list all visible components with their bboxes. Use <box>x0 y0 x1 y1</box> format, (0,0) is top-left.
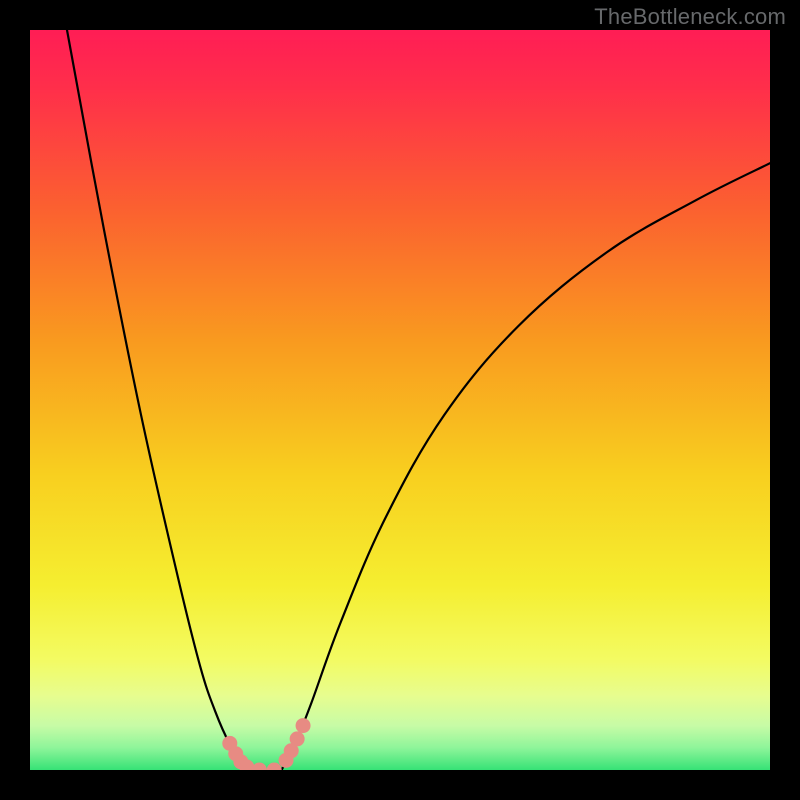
sample-dot <box>252 763 267 771</box>
watermark-text: TheBottleneck.com <box>594 4 786 30</box>
plot-area <box>30 30 770 770</box>
curves-layer <box>30 30 770 770</box>
left-curve <box>67 30 252 770</box>
sample-dot <box>296 718 311 733</box>
right-curve <box>282 163 770 770</box>
sample-dot <box>290 731 305 746</box>
sample-dots <box>222 718 310 770</box>
chart-frame: TheBottleneck.com <box>0 0 800 800</box>
